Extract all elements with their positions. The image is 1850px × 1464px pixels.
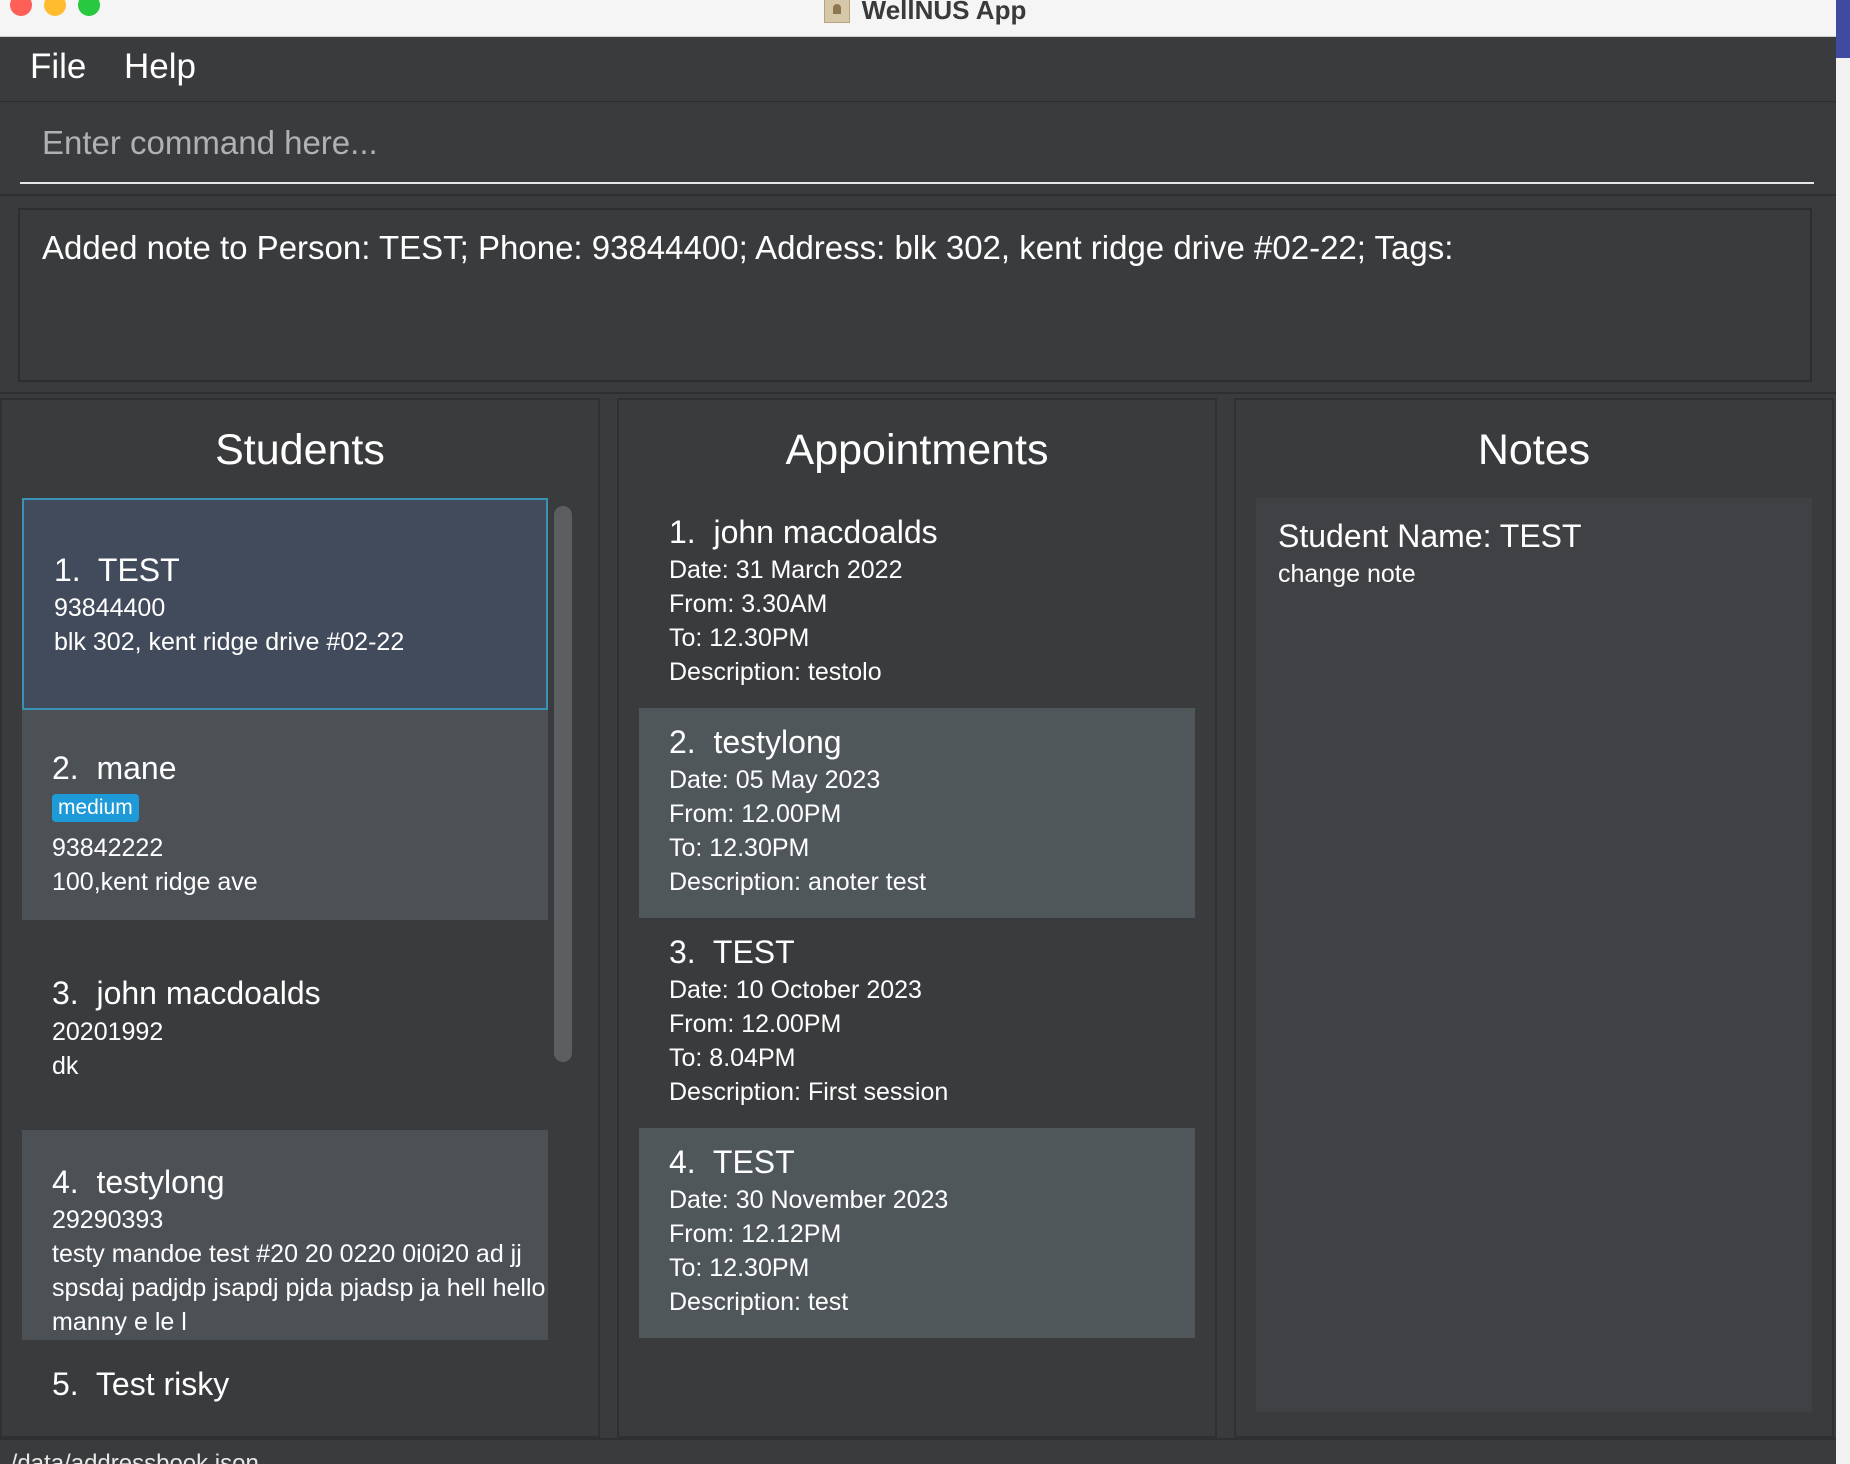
student-name: 1. TEST (54, 552, 180, 588)
student-address-line: manny e le l (52, 1308, 187, 1336)
student-name: 2. mane (52, 750, 177, 786)
app-icon (823, 0, 850, 23)
desktop-accent (1836, 0, 1850, 58)
student-address-line: spsdaj padjdp jsapdj pjda pjadsp ja hell… (52, 1274, 546, 1302)
appointment-name: 2. testylong (669, 724, 842, 760)
student-card[interactable]: 1. TEST 93844400 blk 302, kent ridge dri… (22, 498, 548, 710)
note-card[interactable]: Student Name: TEST change note (1256, 498, 1812, 1412)
divider (0, 194, 1836, 196)
command-input[interactable] (20, 104, 1814, 182)
app-window: WellNUS App File Help Added note to Pers… (0, 0, 1836, 1464)
student-address: dk (52, 1052, 79, 1080)
students-panel: Students 1. TEST 93844400 blk 302, kent … (0, 398, 600, 1438)
note-content: change note (1278, 560, 1416, 588)
notes-panel: Notes Student Name: TEST change note (1234, 398, 1834, 1438)
window-title: WellNUS App (861, 0, 1027, 25)
appointment-date: Date: 31 March 2022 (669, 556, 903, 584)
appointment-description: Description: anoter test (669, 868, 927, 896)
result-text: Added note to Person: TEST; Phone: 93844… (42, 229, 1454, 266)
student-card[interactable]: 4. testylong 29290393 testy mandoe test … (22, 1130, 548, 1340)
note-student-name: Student Name: TEST (1278, 518, 1582, 554)
menu-help[interactable]: Help (124, 47, 196, 87)
student-phone: 20201992 (52, 1018, 164, 1046)
student-address: 100,kent ridge ave (52, 868, 258, 896)
appointment-card[interactable]: 4. TEST Date: 30 November 2023 From: 12.… (639, 1128, 1195, 1338)
student-address: blk 302, kent ridge drive #02-22 (54, 628, 405, 656)
appointment-card[interactable]: 3. TEST Date: 10 October 2023 From: 12.0… (639, 918, 1195, 1128)
menu-bar: File Help (0, 37, 1836, 102)
appointment-description: Description: test (669, 1288, 849, 1316)
student-phone: 29290393 (52, 1206, 164, 1234)
appointment-card[interactable]: 1. john macdoalds Date: 31 March 2022 Fr… (639, 498, 1195, 708)
tag-badge: medium (52, 794, 139, 822)
appointment-name: 1. john macdoalds (669, 514, 938, 550)
student-name: 4. testylong (52, 1164, 225, 1200)
result-display: Added note to Person: TEST; Phone: 93844… (18, 208, 1812, 382)
students-title: Students (215, 426, 385, 474)
student-phone: 93844400 (54, 594, 166, 622)
appointment-from: From: 12.00PM (669, 1010, 842, 1038)
student-name: 3. john macdoalds (52, 975, 321, 1011)
appointment-from: From: 12.00PM (669, 800, 842, 828)
student-card[interactable]: 2. mane medium 93842222 100,kent ridge a… (22, 710, 548, 920)
appointment-date: Date: 30 November 2023 (669, 1186, 949, 1214)
title-bar: WellNUS App (0, 0, 1836, 37)
appointment-date: Date: 05 May 2023 (669, 766, 881, 794)
appointment-to: To: 12.30PM (669, 1254, 810, 1282)
command-box (20, 104, 1814, 184)
menu-file[interactable]: File (30, 47, 86, 87)
appointment-to: To: 12.30PM (669, 624, 810, 652)
appointment-date: Date: 10 October 2023 (669, 976, 922, 1004)
appointment-description: Description: testolo (669, 658, 882, 686)
divider (0, 392, 1836, 394)
student-list-scrollbar[interactable] (554, 506, 572, 1062)
student-phone: 93842222 (52, 834, 164, 862)
appointment-name: 4. TEST (669, 1144, 795, 1180)
student-card[interactable]: 3. john macdoalds 20201992 dk (22, 920, 548, 1130)
appointment-to: To: 12.30PM (669, 834, 810, 862)
appointment-from: From: 3.30AM (669, 590, 828, 618)
student-name: 5. Test risky (52, 1366, 230, 1402)
status-bar: ./data/addressbook.json (0, 1438, 1836, 1464)
appointment-name: 3. TEST (669, 934, 795, 970)
appointments-panel: Appointments 1. john macdoalds Date: 31 … (617, 398, 1217, 1438)
appointments-title: Appointments (785, 426, 1049, 474)
student-card[interactable]: 5. Test risky (22, 1340, 548, 1416)
status-text: ./data/addressbook.json (4, 1450, 259, 1464)
student-address-line: testy mandoe test #20 20 0220 0i0i20 ad … (52, 1240, 522, 1268)
appointment-to: To: 8.04PM (669, 1044, 796, 1072)
desktop-edge (1836, 0, 1850, 1464)
appointment-description: Description: First session (669, 1078, 949, 1106)
appointment-from: From: 12.12PM (669, 1220, 842, 1248)
appointment-card[interactable]: 2. testylong Date: 05 May 2023 From: 12.… (639, 708, 1195, 918)
notes-title: Notes (1477, 426, 1591, 474)
